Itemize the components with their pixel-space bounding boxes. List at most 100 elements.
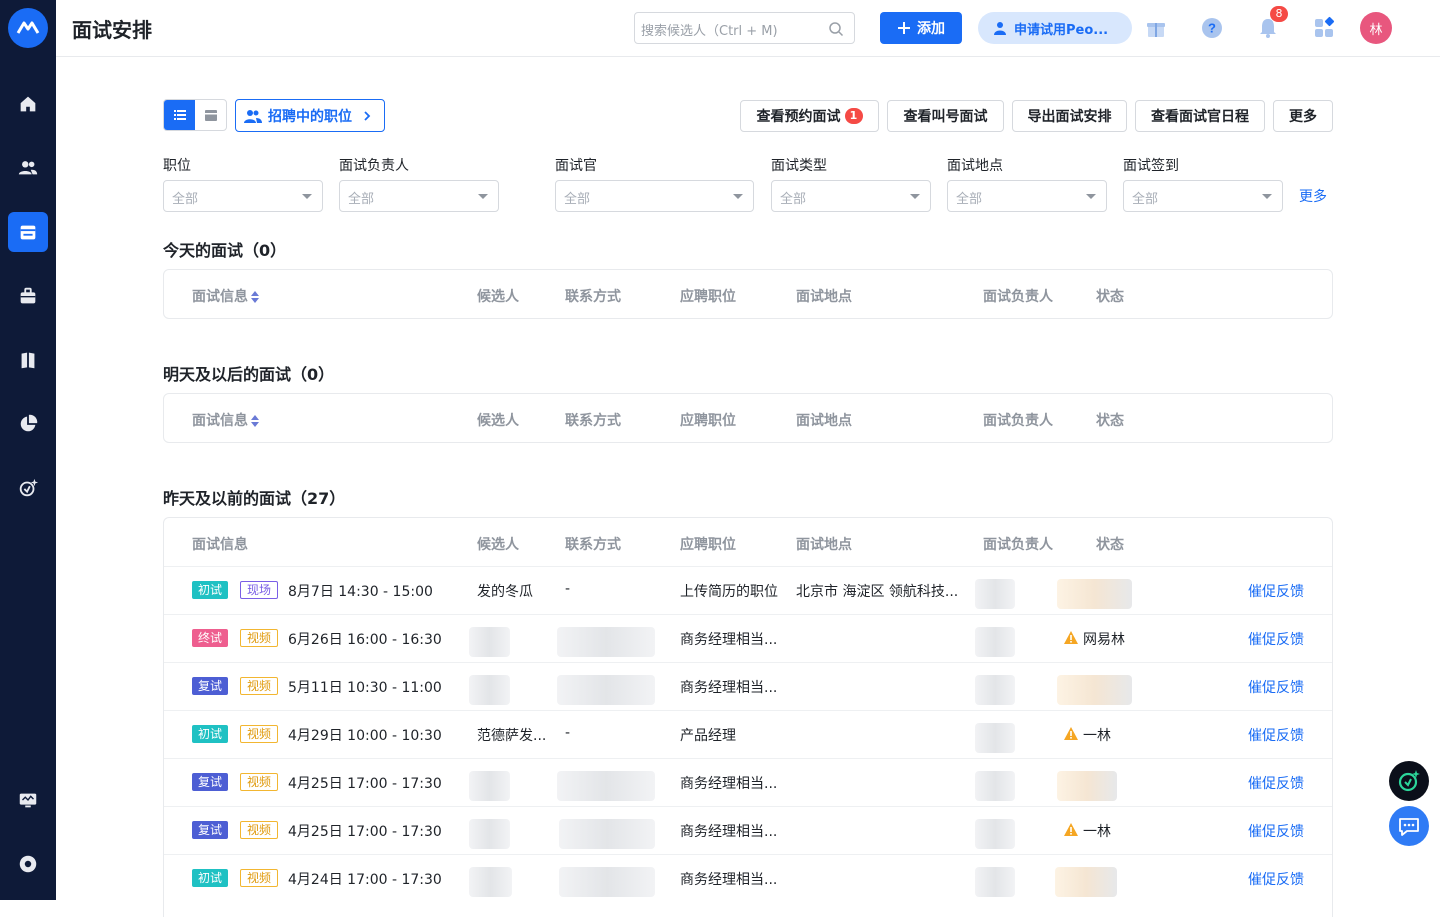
applied-position: 商务经理相当... [680, 776, 778, 792]
col-candidate: 候选人 [477, 413, 519, 429]
blurred-candidate [469, 771, 510, 801]
ai-assistant-button[interactable] [1389, 761, 1429, 801]
col-owner: 面试负责人 [983, 413, 1053, 429]
nav-ai[interactable] [8, 468, 48, 508]
table-row[interactable]: 初试 视频 4月29日 10:00 - 10:30 范德萨发... - 产品经理… [164, 710, 1332, 758]
contact-info: - [565, 725, 571, 741]
table-row[interactable]: 初试 现场 8月7日 14:30 - 15:00 发的冬瓜 - 上传简历的职位 … [164, 566, 1332, 614]
sort-icon [251, 415, 259, 427]
urge-feedback-link[interactable]: 催促反馈 [1248, 821, 1304, 841]
stage-tag: 初试 [192, 725, 229, 743]
filter-label: 面试签到 [1123, 158, 1179, 174]
position-select[interactable]: 全部 [163, 180, 323, 212]
stage-tag: 复试 [192, 773, 229, 791]
table-row[interactable]: 初试 视频 4月24日 17:00 - 17:30 商务经理相当... 催促反馈 [164, 854, 1332, 902]
table-row[interactable]: 复试 视频 4月25日 17:00 - 17:30 商务经理相当... 一林 催… [164, 806, 1332, 854]
more-filters-link[interactable]: 更多 [1299, 186, 1327, 206]
col-info[interactable]: 面试信息 [192, 410, 260, 430]
table-row[interactable]: 复试 视频 4月25日 17:00 - 17:30 商务经理相当... 催促反馈 [164, 758, 1332, 806]
interviewer-schedule-label: 查看面试官日程 [1151, 109, 1249, 125]
stage-tag: 复试 [192, 821, 229, 839]
sidebar [0, 0, 56, 900]
logo-icon [16, 21, 40, 34]
user-avatar[interactable]: 林 [1360, 12, 1392, 44]
nav-talent-pool[interactable] [8, 340, 48, 380]
monitor-icon [19, 793, 37, 808]
table-row[interactable]: 终试 视频 6月26日 16:00 - 16:30 商务经理相当... 网易林 … [164, 614, 1332, 662]
team-icon [244, 109, 262, 123]
nav-reports[interactable] [8, 404, 48, 444]
gift-icon[interactable] [1142, 14, 1170, 42]
interviewer-select[interactable]: 全部 [555, 180, 754, 212]
filter-label: 面试地点 [947, 158, 1003, 174]
candidate-name[interactable]: 范德萨发... [477, 725, 546, 745]
nav-home[interactable] [8, 84, 48, 124]
filter-label: 面试负责人 [339, 158, 409, 174]
nav-settings[interactable] [8, 844, 48, 884]
nav-candidates[interactable] [8, 148, 48, 188]
urge-feedback-link[interactable]: 催促反馈 [1248, 629, 1304, 649]
candidate-name[interactable]: 发的冬瓜 [477, 581, 533, 601]
location-select[interactable]: 全部 [947, 180, 1107, 212]
export-schedule-button[interactable]: 导出面试安排 [1012, 100, 1127, 132]
filter-label: 面试官 [555, 158, 597, 174]
owner-select[interactable]: 全部 [339, 180, 499, 212]
nav-interviews[interactable] [8, 212, 48, 252]
mode-tag: 视频 [240, 869, 279, 887]
list-icon [173, 110, 186, 120]
calendar-view-icon [204, 110, 217, 121]
caret-down-icon [910, 194, 920, 199]
urge-feedback-link[interactable]: 催促反馈 [1248, 773, 1304, 793]
urge-feedback-link[interactable]: 催促反馈 [1248, 581, 1304, 601]
table-header: 面试信息 候选人 联系方式 应聘职位 面试地点 面试负责人 状态 [164, 394, 1332, 442]
filter-type: 面试类型 全部 [771, 155, 931, 212]
applied-position: 产品经理 [680, 728, 736, 744]
search-icon [829, 22, 844, 37]
type-select[interactable]: 全部 [771, 180, 931, 212]
trial-label: 申请试用Peo... [1014, 22, 1109, 38]
apply-trial-button[interactable]: 申请试用Peo... [978, 12, 1132, 44]
nav-jobs[interactable] [8, 276, 48, 316]
book-icon [21, 352, 35, 369]
select-value: 全部 [564, 192, 591, 207]
add-button[interactable]: 添加 [880, 12, 962, 44]
view-interviewer-schedule-button[interactable]: 查看面试官日程 [1135, 100, 1265, 132]
apps-grid-icon[interactable] [1310, 14, 1338, 42]
view-booked-interviews-button[interactable]: 查看预约面试 1 [740, 100, 879, 132]
search-input[interactable]: 搜索候选人（Ctrl + M) [634, 12, 855, 44]
select-value: 全部 [1132, 192, 1159, 207]
more-actions-button[interactable]: 更多 [1273, 100, 1333, 132]
blurred-candidate [469, 675, 510, 705]
help-icon[interactable]: ? [1198, 14, 1226, 42]
col-position: 应聘职位 [680, 289, 736, 305]
app-logo[interactable] [8, 8, 48, 48]
applied-position: 上传简历的职位 [680, 584, 778, 600]
notification-bell[interactable]: 8 [1254, 6, 1288, 42]
sort-icon [251, 291, 259, 303]
urge-feedback-link[interactable]: 催促反馈 [1248, 869, 1304, 889]
col-status: 状态 [1096, 537, 1124, 553]
caret-down-icon [733, 194, 743, 199]
mode-tag: 现场 [240, 581, 279, 599]
applied-position: 商务经理相当... [680, 824, 778, 840]
contact-info: - [565, 581, 571, 597]
checkin-select[interactable]: 全部 [1123, 180, 1283, 212]
blurred-owner [975, 675, 1015, 705]
list-view-button[interactable] [164, 100, 195, 130]
col-contact: 联系方式 [565, 537, 621, 553]
urge-feedback-link[interactable]: 催促反馈 [1248, 677, 1304, 697]
job-filter-button[interactable]: 招聘中的职位 [235, 99, 385, 132]
view-queue-interviews-button[interactable]: 查看叫号面试 [887, 100, 1004, 132]
col-info[interactable]: 面试信息 [192, 286, 260, 306]
interview-time: 8月7日 14:30 - 15:00 [288, 584, 433, 600]
nav-monitor[interactable] [8, 780, 48, 820]
table-row[interactable]: 复试 视频 5月11日 10:30 - 11:00 商务经理相当... 催促反馈 [164, 662, 1332, 710]
chat-support-button[interactable] [1389, 806, 1429, 846]
add-label: 添加 [917, 21, 945, 37]
interview-time: 6月26日 16:00 - 16:30 [288, 632, 442, 648]
blurred-contact [557, 627, 655, 657]
calendar-view-button[interactable] [195, 100, 226, 130]
urge-feedback-link[interactable]: 催促反馈 [1248, 725, 1304, 745]
col-position: 应聘职位 [680, 413, 736, 429]
blurred-contact [559, 819, 655, 849]
